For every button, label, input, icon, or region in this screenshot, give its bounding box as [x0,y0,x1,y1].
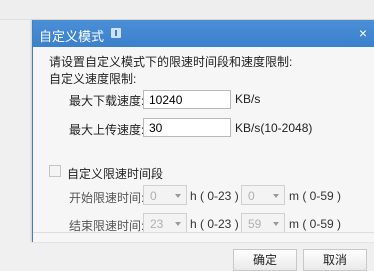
max-download-label: 最大下载速度: [69,94,145,108]
max-upload-label: 最大上传速度: [69,123,145,137]
download-unit: KB/s [235,92,261,106]
footer-divider [33,232,374,233]
speed-section-label: 自定义速度限制: [49,72,137,86]
info-icon [111,28,121,38]
upload-unit: KB/s(10-2048) [235,121,313,135]
dialog-titlebar: 自定义模式 [33,20,374,47]
start-minute-select[interactable]: 0 [241,185,285,205]
chevron-down-icon [273,222,279,226]
dialog-description: 请设置自定义模式下的限速时间段和速度限制: [49,55,293,69]
start-hour-value: 0 [150,189,157,203]
dialog-title: 自定义模式 [39,29,105,44]
hour-range-label: h ( 0-23 ) [190,189,239,203]
end-minute-value: 59 [248,217,262,231]
minute-range-label: m ( 0-59 ) [289,189,342,203]
end-hour-value: 23 [150,217,164,231]
hour-range-label: h ( 0-23 ) [190,217,239,231]
custom-mode-dialog: 自定义模式 请设置自定义模式下的限速时间段和速度限制: 自定义速度限制: 最大下… [32,20,374,271]
chevron-down-icon [175,222,181,226]
start-minute-value: 0 [248,189,255,203]
max-download-input[interactable] [143,90,231,109]
minute-range-label: m ( 0-59 ) [289,217,342,231]
cancel-button[interactable]: 取消 [303,249,367,271]
chevron-down-icon [175,194,181,198]
close-icon[interactable] [359,25,367,41]
ok-button[interactable]: 确定 [233,249,297,271]
start-hour-select[interactable]: 0 [143,185,187,205]
max-upload-input[interactable] [143,118,231,137]
start-time-label: 开始限速时间: [69,191,145,205]
chevron-down-icon [273,194,279,198]
end-minute-select[interactable]: 59 [241,213,285,233]
time-limit-checkbox[interactable] [49,165,61,177]
end-hour-select[interactable]: 23 [143,213,187,233]
time-limit-checkbox-label: 自定义限速时间段 [67,167,164,181]
background-window [0,0,374,20]
